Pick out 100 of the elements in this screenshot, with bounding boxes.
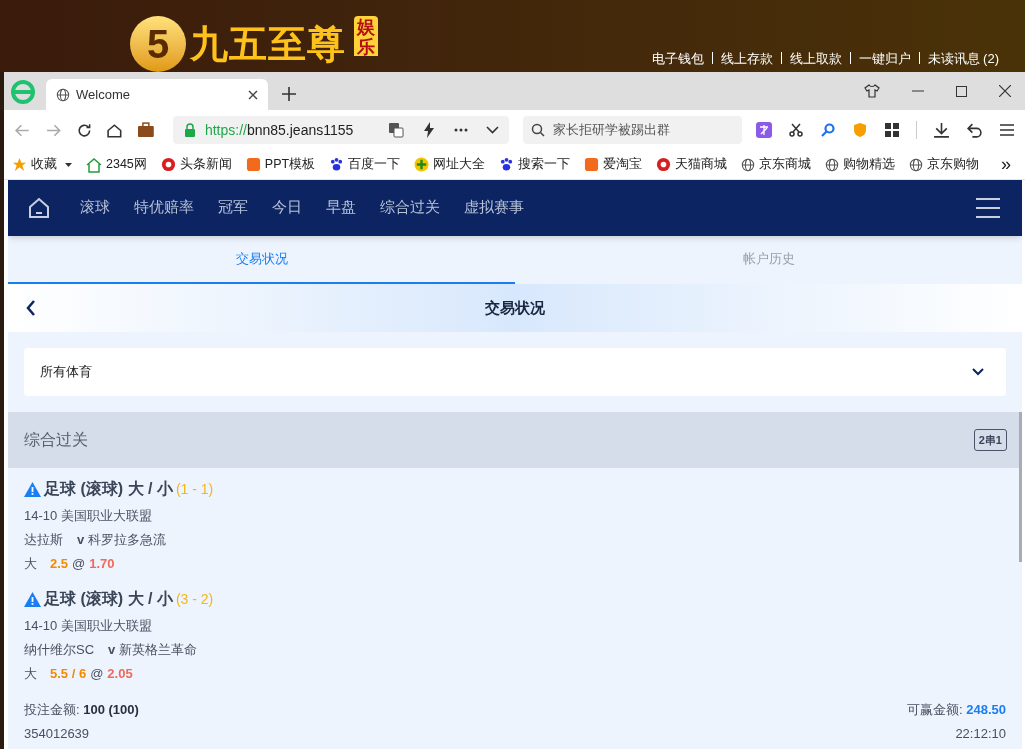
menu-icon[interactable] (999, 122, 1015, 138)
translate-icon[interactable] (756, 122, 772, 138)
home-team: 纳什维尔SC (24, 641, 95, 660)
magnifier-icon[interactable] (820, 122, 836, 138)
globe-icon (909, 157, 924, 172)
globe-icon (741, 157, 756, 172)
logo-mark: 5 (130, 16, 186, 72)
paw-icon (329, 157, 345, 172)
warning-icon (24, 481, 41, 497)
league-text: 14-10 美国职业大联盟 (24, 507, 153, 525)
menu-icon[interactable] (976, 197, 1000, 219)
square-icon (584, 157, 600, 172)
search-field[interactable]: 家长拒研学被踢出群 (522, 116, 742, 144)
line-value: 2.5 (50, 555, 69, 574)
bookmark[interactable]: 购物精选 (825, 155, 896, 174)
star-icon (12, 157, 27, 172)
briefcase-icon[interactable] (137, 122, 155, 138)
section-title: 综合过关 (24, 430, 88, 450)
reload-icon[interactable] (75, 121, 93, 139)
banner-link[interactable]: 电子钱包 (651, 48, 704, 68)
banner-link[interactable]: 未读讯息 (2) (927, 48, 999, 68)
bookmark[interactable]: 2345网 (86, 155, 147, 174)
logo-badge: 娱乐 (353, 16, 378, 56)
grid-icon[interactable] (884, 122, 900, 138)
bookmark[interactable]: 京东商城 (741, 155, 812, 174)
nav-item[interactable]: 滚球 (80, 197, 110, 219)
lock-icon (182, 123, 197, 137)
bookmark[interactable]: 百度一下 (329, 155, 401, 174)
banner-link[interactable]: 一键归户 (858, 48, 911, 68)
bet-title: 足球 (滚球) 大 / 小 (44, 589, 173, 609)
browser-tab[interactable]: Welcome (46, 79, 268, 110)
nav-item[interactable]: 虚拟赛事 (464, 197, 524, 219)
scissors-icon[interactable] (788, 122, 804, 138)
parlay-badge: 2串1 (973, 428, 1007, 452)
translate-icon[interactable] (387, 122, 404, 138)
bookmark[interactable]: PPT模板 (245, 155, 316, 174)
house-icon (86, 156, 102, 173)
odds-value: 2.05 (107, 665, 133, 684)
nav-item[interactable]: 特优赔率 (134, 197, 194, 219)
new-tab-icon[interactable] (282, 87, 296, 101)
away-team: 新英格兰革命 (119, 641, 198, 660)
pick-text: 大 (24, 665, 37, 684)
undo-icon[interactable] (966, 121, 983, 139)
globe-icon (56, 87, 70, 102)
more-bookmarks[interactable]: » (1001, 151, 1011, 178)
nav-item[interactable]: 冠军 (218, 197, 248, 219)
lightning-icon[interactable] (421, 122, 436, 138)
nav-item[interactable]: 早盘 (326, 197, 356, 219)
circle-icon (160, 157, 176, 172)
back-icon[interactable] (26, 300, 36, 316)
pick-text: 大 (24, 555, 37, 574)
square-icon (245, 157, 261, 172)
circle-icon (656, 157, 672, 172)
league-text: 14-10 美国职业大联盟 (24, 617, 153, 635)
sport-select[interactable]: 所有体育 (24, 348, 1006, 396)
tab-title: Welcome (76, 85, 130, 104)
versus-text: v (77, 531, 85, 550)
ticket-number: 354012639 (24, 725, 90, 744)
url-text: https://bnn85.jeans1155 (204, 120, 354, 140)
bookmark[interactable]: 收藏 (12, 155, 57, 174)
odds-value: 1.70 (89, 555, 115, 574)
shirt-icon[interactable] (864, 83, 880, 99)
nav-item[interactable]: 今日 (272, 197, 302, 219)
close-icon[interactable] (999, 85, 1011, 97)
warning-icon (24, 591, 41, 607)
home-team: 达拉斯 (24, 531, 63, 550)
scrollbar[interactable] (1019, 412, 1022, 562)
paw-icon (499, 157, 515, 172)
win-text: 可赢金额: 248.50 (907, 701, 1006, 720)
versus-text: v (108, 641, 116, 660)
bet-title: 足球 (滚球) 大 / 小 (44, 479, 173, 499)
away-team: 科罗拉多急流 (88, 531, 167, 550)
bookmark[interactable]: 京东购物 (909, 155, 980, 174)
chevron-down-icon (972, 368, 984, 376)
bookmark[interactable]: 搜索一下 (499, 155, 571, 174)
download-icon[interactable] (933, 121, 950, 139)
at-sign: @ (90, 665, 104, 684)
globe-icon (825, 157, 840, 172)
more-icon[interactable] (453, 128, 468, 132)
stake-text: 投注金额: 100 (100) (24, 701, 139, 720)
plus-icon (414, 157, 430, 172)
bookmark[interactable]: 头条新闻 (160, 155, 232, 174)
bookmark[interactable]: 爱淘宝 (584, 155, 643, 174)
banner-link[interactable]: 线上取款 (789, 48, 842, 68)
bookmark[interactable]: 天猫商城 (656, 155, 728, 174)
banner-link[interactable]: 线上存款 (720, 48, 773, 68)
nav-item[interactable]: 综合过关 (380, 197, 440, 219)
maximize-icon[interactable] (956, 85, 967, 97)
bookmark[interactable]: 网址大全 (414, 155, 486, 174)
close-icon[interactable] (248, 89, 258, 100)
line-value: 5.5 / 6 (50, 665, 87, 684)
chevron-down-icon[interactable] (485, 126, 499, 134)
at-sign: @ (72, 555, 86, 574)
home-icon[interactable] (28, 197, 50, 219)
address-bar[interactable]: https://bnn85.jeans1155 (172, 116, 509, 144)
bet-score: (1 - 1) (175, 479, 214, 499)
caret-icon[interactable] (65, 162, 72, 167)
bet-time: 22:12:10 (955, 725, 1006, 744)
logo-text: 九五至尊 (190, 25, 346, 63)
home-icon[interactable] (106, 121, 124, 139)
